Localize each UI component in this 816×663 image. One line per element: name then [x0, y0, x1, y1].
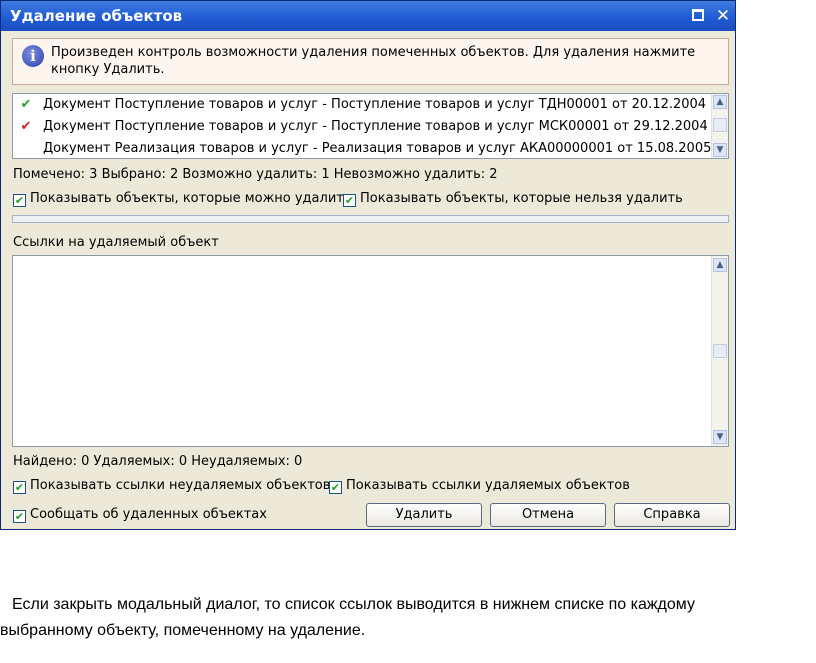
progress-bar	[12, 215, 729, 223]
scroll-down-icon[interactable]: ▼	[713, 430, 727, 444]
maximize-icon[interactable]	[690, 7, 708, 25]
list-item-text: Документ Поступление товаров и услуг - П…	[43, 119, 713, 134]
marked-objects-list[interactable]: ✔ Документ Поступление товаров и услуг -…	[12, 93, 729, 159]
info-panel: i Произведен контроль возможности удален…	[12, 38, 729, 85]
show-undeletable-checkbox[interactable]: ✔ Показывать объекты, которые нельзя удал…	[343, 191, 683, 207]
checkbox-check-icon[interactable]: ✔	[329, 481, 342, 494]
objects-scrollbar[interactable]: ▲ ▼	[711, 94, 728, 158]
check-icon[interactable]: ✔	[19, 117, 33, 137]
scroll-up-icon[interactable]: ▲	[713, 258, 727, 272]
info-icon: i	[22, 45, 44, 67]
objects-stats: Помечено: 3 Выбрано: 2 Возможно удалить:…	[13, 167, 498, 182]
list-item-text: Документ Поступление товаров и услуг - П…	[43, 97, 713, 112]
help-button[interactable]: Справка	[614, 503, 730, 527]
caption-line-2: выбранному объекту, помеченному на удале…	[0, 622, 366, 639]
cancel-button[interactable]: Отмена	[490, 503, 606, 527]
checkbox-label: Показывать ссылки удаляемых объектов	[346, 478, 630, 493]
checkbox-check-icon[interactable]: ✔	[13, 481, 26, 494]
checkbox-label: Показывать объекты, которые нельзя удали…	[360, 191, 683, 206]
checkbox-label: Сообщать об удаленных объектах	[30, 507, 267, 522]
list-item[interactable]: ✔ Документ Поступление товаров и услуг -…	[13, 95, 713, 115]
references-label: Ссылки на удаляемый объект	[13, 235, 219, 250]
delete-button[interactable]: Удалить	[366, 503, 482, 527]
caption-line-1: Если закрыть модальный диалог, то список…	[12, 596, 695, 613]
check-icon[interactable]: ✔	[19, 95, 33, 115]
info-text: Произведен контроль возможности удаления…	[51, 45, 696, 77]
show-deletable-checkbox[interactable]: ✔ Показывать объекты, которые можно удали…	[13, 191, 352, 207]
close-icon[interactable]: ✕	[714, 7, 732, 25]
show-links-undeletable-checkbox[interactable]: ✔ Показывать ссылки неудаляемых объектов	[13, 478, 330, 494]
list-item[interactable]: Документ Реализация товаров и услуг - Ре…	[13, 139, 713, 159]
dialog-title: Удаление объектов	[10, 7, 183, 25]
delete-objects-dialog: Удаление объектов ✕ i Произведен контрол…	[0, 0, 736, 530]
references-list[interactable]: ▲ ▼	[12, 255, 729, 447]
show-links-deletable-checkbox[interactable]: ✔ Показывать ссылки удаляемых объектов	[329, 478, 630, 494]
list-item[interactable]: ✔ Документ Поступление товаров и услуг -…	[13, 117, 713, 137]
report-deleted-checkbox[interactable]: ✔ Сообщать об удаленных объектах	[13, 507, 267, 523]
scroll-up-icon[interactable]: ▲	[713, 95, 727, 109]
title-bar: Удаление объектов ✕	[1, 1, 735, 31]
list-item-text: Документ Реализация товаров и услуг - Ре…	[43, 141, 713, 156]
scroll-thumb[interactable]	[713, 344, 727, 358]
scroll-down-icon[interactable]: ▼	[713, 143, 727, 157]
caption-text: Если закрыть модальный диалог, то список…	[0, 592, 800, 644]
checkbox-check-icon[interactable]: ✔	[13, 510, 26, 523]
references-stats: Найдено: 0 Удаляемых: 0 Неудаляемых: 0	[13, 454, 303, 469]
checkbox-check-icon[interactable]: ✔	[343, 194, 356, 207]
checkbox-label: Показывать объекты, которые можно удалит…	[30, 191, 352, 206]
references-scrollbar[interactable]: ▲ ▼	[711, 256, 728, 446]
scroll-thumb[interactable]	[713, 118, 727, 132]
checkbox-check-icon[interactable]: ✔	[13, 194, 26, 207]
checkbox-label: Показывать ссылки неудаляемых объектов	[30, 478, 331, 493]
